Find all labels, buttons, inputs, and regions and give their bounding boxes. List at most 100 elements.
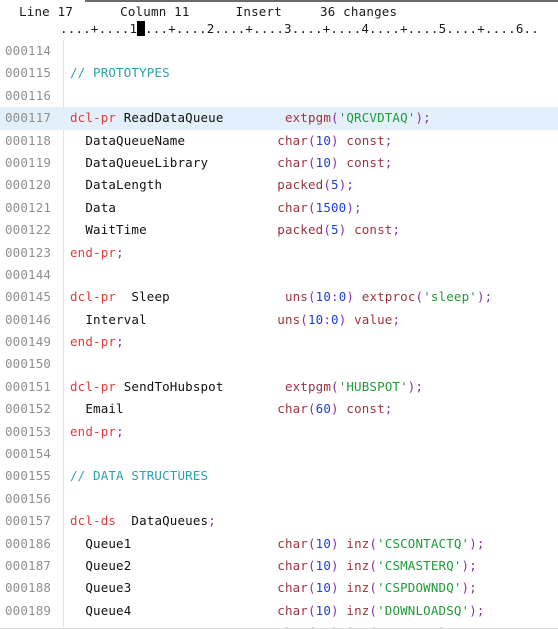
token-builtin: packed [277, 222, 324, 238]
token-punc: ( [307, 154, 316, 170]
token-kw: end-pr [70, 244, 117, 260]
code-text: DataQueueName char(10) const; [58, 130, 392, 152]
line-number: 000122 [5, 222, 52, 238]
token-punc: : [331, 289, 339, 305]
token-punc: ; [208, 513, 216, 529]
code-line[interactable]: 000156 [0, 488, 558, 510]
line-number: 000152 [5, 401, 52, 417]
token-name: DataQueues [131, 513, 209, 529]
code-text: dcl-pr Sleep uns(10:0) extproc('sleep'); [58, 286, 492, 308]
code-line[interactable]: 000119 DataQueueLibrary char(10) const; [0, 152, 558, 174]
token-comment: // PROTOTYPES [70, 65, 170, 81]
token-punc: ) [331, 132, 339, 148]
code-line[interactable]: 000146 Interval uns(10:0) value; [0, 309, 558, 331]
token-punc: ( [307, 602, 316, 618]
code-line[interactable]: 000117 dcl-pr ReadDataQueue extpgm('QRCVD… [0, 107, 558, 130]
token-num: 5 [331, 177, 339, 193]
source-editor-window: Line 17 Column 11 Insert 36 changes ....… [0, 0, 558, 629]
token-name: Queue4 [85, 602, 132, 618]
code-line[interactable]: 000154 [0, 443, 558, 465]
code-text: Data char(1500); [58, 197, 362, 219]
token-punc: ); [346, 199, 362, 215]
code-line[interactable]: 000150 [0, 353, 558, 375]
status-column-indicator[interactable]: Column 11 [120, 4, 190, 19]
token-name: ReadDataQueue [123, 110, 224, 126]
code-text: // DATA STRUCTURES [58, 465, 208, 487]
token-punc: ) [331, 557, 339, 573]
code-line[interactable]: 000149 end-pr; [0, 331, 558, 353]
code-line[interactable]: 000114 [0, 40, 558, 62]
token-num: 1500 [315, 199, 347, 215]
code-line[interactable]: 000115 // PROTOTYPES [0, 62, 558, 84]
token-builtin: const [354, 222, 393, 238]
token-builtin: char [277, 132, 308, 148]
token-punc: : [323, 311, 332, 327]
token-name: Queue2 [85, 557, 132, 573]
code-text: end-pr; [58, 331, 124, 353]
token-punc: ( [307, 289, 316, 305]
code-line[interactable]: 000122 WaitTime packed(5) const; [0, 219, 558, 241]
token-builtin: inz [346, 535, 370, 551]
code-line[interactable]: 000121 Data char(1500); [0, 197, 558, 219]
code-area[interactable]: 000114 000115 // PROTOTYPES 000116 000117 dcl… [0, 40, 558, 629]
token-name: DataQueueName [85, 132, 186, 148]
code-line[interactable]: 000151 dcl-pr SendToHubspot extpgm('HUBSP… [0, 376, 558, 398]
line-number: 000189 [5, 602, 52, 618]
code-line[interactable]: 000116 [0, 85, 558, 107]
token-str: 'CSPDOWNDQ' [377, 580, 462, 596]
token-name: Interval [85, 311, 147, 327]
token-punc: ; [116, 244, 124, 260]
code-line[interactable]: 000186 Queue1 char(10) inz('CSCONTACTQ')… [0, 533, 558, 555]
code-line[interactable]: 000188 Queue3 char(10) inz('CSPDOWNDQ'); [0, 577, 558, 599]
code-text: Interval uns(10:0) value; [58, 309, 400, 331]
token-kw: end-pr [70, 334, 117, 350]
token-builtin: extproc [361, 289, 416, 305]
token-punc: ); [461, 557, 477, 573]
line-number: 000151 [5, 378, 52, 394]
token-num: 10 [315, 557, 332, 573]
token-builtin: char [277, 154, 308, 170]
token-name: SendToHubspot [123, 378, 224, 394]
token-builtin: uns [277, 311, 301, 327]
code-line[interactable]: 000153 end-pr; [0, 421, 558, 443]
token-builtin: packed [277, 177, 324, 193]
code-line[interactable]: 000120 DataLength packed(5); [0, 174, 558, 196]
code-line[interactable]: 000118 DataQueueName char(10) const; [0, 130, 558, 152]
token-num: 10 [307, 311, 324, 327]
token-num: 10 [315, 154, 332, 170]
code-text: WaitTime packed(5) const; [58, 219, 400, 241]
code-line[interactable]: 000144 [0, 264, 558, 286]
token-builtin: char [277, 535, 308, 551]
token-punc: ( [307, 580, 316, 596]
line-number: 000118 [5, 132, 52, 148]
token-punc: ); [415, 110, 431, 126]
token-punc: ( [300, 311, 308, 327]
token-punc: ( [323, 177, 332, 193]
code-text: Queue2 char(10) inz('CSMASTERQ'); [58, 555, 477, 577]
code-line[interactable]: 000157 dcl-ds DataQueues; [0, 510, 558, 532]
code-line[interactable]: 000152 Email char(60) const; [0, 398, 558, 420]
code-line[interactable]: 000187 Queue2 char(10) inz('CSMASTERQ'); [0, 555, 558, 577]
token-kw: dcl-pr [70, 378, 117, 394]
status-changes-count: 36 changes [319, 3, 398, 19]
status-line-indicator[interactable]: Line 17 [19, 4, 73, 19]
code-line[interactable]: 000123 end-pr; [0, 242, 558, 264]
line-number: 000149 [5, 334, 52, 350]
code-line[interactable]: 000145 dcl-pr Sleep uns(10:0) extproc('sl… [0, 286, 558, 308]
code-line[interactable]: 000155 // DATA STRUCTURES [0, 465, 558, 487]
status-insert-mode[interactable]: Insert [236, 4, 282, 19]
line-number: 000157 [5, 513, 52, 529]
code-line[interactable]: 000189 Queue4 char(10) inz('DOWNLOADSQ')… [0, 600, 558, 622]
line-number: 000154 [5, 446, 52, 462]
